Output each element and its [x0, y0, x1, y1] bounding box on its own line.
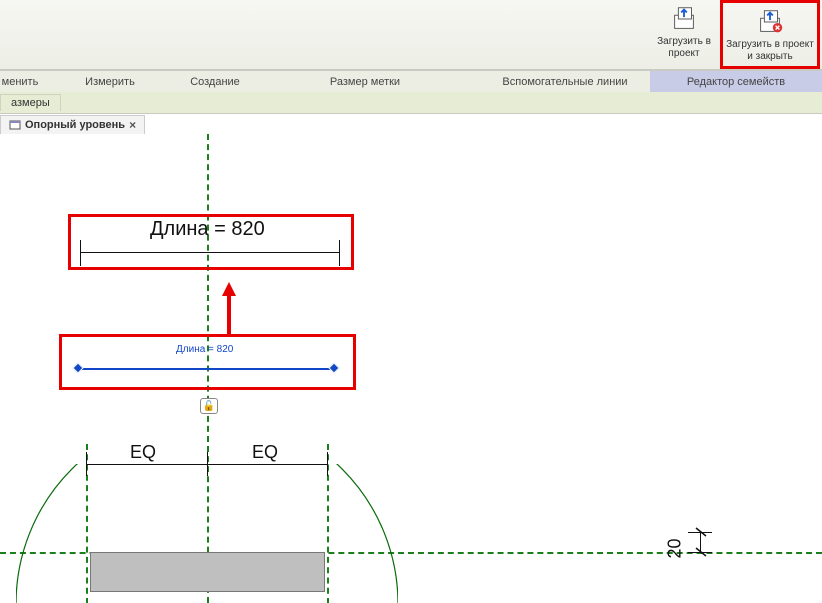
highlight-box-lower	[59, 334, 356, 390]
geometry-rectangle	[90, 552, 325, 592]
dimension-tick-left	[80, 240, 81, 266]
vdim-ticks	[694, 526, 708, 558]
eq-label-right: EQ	[252, 442, 278, 463]
ribbon-label-measure: Измерить	[40, 70, 180, 92]
load-into-project-and-close-button[interactable]: Загрузить в проект и закрыть	[720, 0, 820, 69]
drawing-canvas[interactable]: Длина = 820 Длина = 820 🔓 EQ EQ 20	[0, 134, 822, 603]
ribbon-label-family-editor: Редактор семейств	[650, 70, 822, 92]
options-bar: азмеры	[0, 92, 822, 114]
options-tab-sizes[interactable]: азмеры	[0, 94, 61, 111]
dimension-line-selected[interactable]	[78, 368, 335, 370]
view-tab-reference-level[interactable]: Опорный уровень ×	[0, 115, 145, 134]
dimension-label-right: 20	[665, 538, 686, 558]
ribbon-top: Загрузить в проект Загрузить в проект и …	[0, 0, 822, 70]
ribbon-label-aux-lines: Вспомогательные линии	[480, 70, 650, 92]
load-project-label: Загрузить в проект	[648, 36, 720, 60]
annotation-arrow-line	[227, 294, 231, 334]
view-tab-close-icon[interactable]: ×	[129, 118, 136, 132]
dimension-tick-right	[339, 240, 340, 266]
load-project-icon	[669, 4, 699, 34]
ribbon-group-labels: менить Измерить Создание Размер метки Вс…	[0, 70, 822, 92]
ribbon-label-modify: менить	[0, 70, 40, 92]
dimension-label-main: Длина = 820	[150, 218, 265, 241]
ribbon-label-create: Создание	[180, 70, 250, 92]
view-tab-icon	[9, 119, 21, 131]
view-tab-label: Опорный уровень	[25, 119, 125, 131]
view-tabs: Опорный уровень ×	[0, 114, 822, 134]
ribbon-label-label-size: Размер метки	[250, 70, 480, 92]
dimension-line-main	[80, 252, 340, 253]
load-project-close-icon	[755, 7, 785, 37]
eq-label-left: EQ	[130, 442, 156, 463]
lock-toggle-icon[interactable]: 🔓	[200, 398, 218, 414]
load-into-project-button[interactable]: Загрузить в проект	[648, 0, 720, 69]
load-project-close-label: Загрузить в проект и закрыть	[723, 39, 817, 63]
dimension-label-selected[interactable]: Длина = 820	[176, 344, 233, 355]
